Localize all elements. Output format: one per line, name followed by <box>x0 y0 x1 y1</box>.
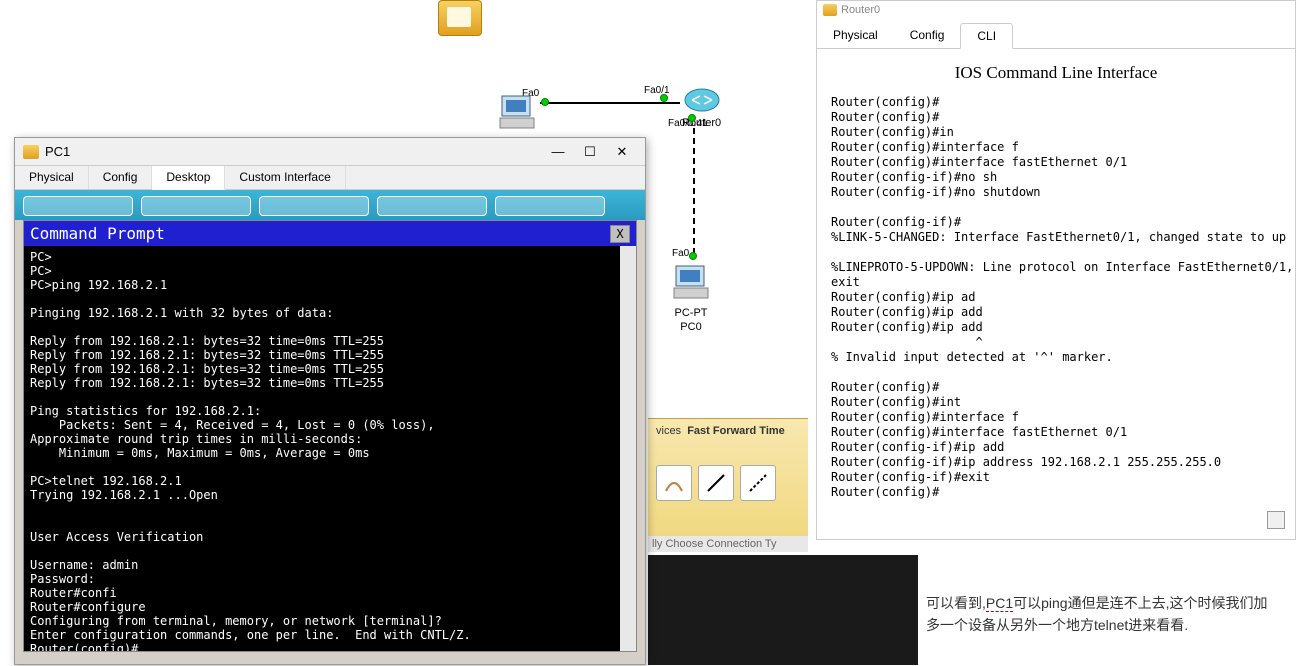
router-icon <box>684 88 720 112</box>
pc-icon <box>498 94 536 132</box>
router0-tab-row: Physical Config CLI <box>817 23 1295 49</box>
router-corner-button[interactable] <box>1267 511 1285 529</box>
app-tile[interactable] <box>495 196 605 216</box>
annotation-part: 可以ping通但是连不上去,这个时候我们加 <box>1013 595 1267 611</box>
command-prompt-title: Command Prompt <box>30 224 165 243</box>
link-router-pc0 <box>693 128 695 254</box>
command-prompt-window: Command Prompt X PC> PC> PC>ping 192.168… <box>23 220 637 652</box>
device-label: PC0 <box>672 321 710 333</box>
tab-physical[interactable]: Physical <box>15 166 89 189</box>
tab-cli[interactable]: CLI <box>960 23 1013 49</box>
device-label: PC-PT <box>672 307 710 319</box>
annotation-part: 可以看到, <box>926 595 986 611</box>
router0-title: Router0 <box>841 4 880 16</box>
tab-custom-interface[interactable]: Custom Interface <box>225 166 345 189</box>
tab-config[interactable]: Config <box>89 166 153 189</box>
pc1-titlebar[interactable]: PC1 — ☐ ✕ <box>15 138 645 166</box>
toolbar-label-fft[interactable]: Fast Forward Time <box>687 425 785 437</box>
annotation-part: 多一个设备从另外一个地方telnet进来看看. <box>926 617 1188 633</box>
pc1-window: PC1 — ☐ ✕ Physical Config Desktop Custom… <box>14 137 646 665</box>
port-label-fa0b: Fa0 <box>672 248 689 259</box>
annotation-text: 可以看到,PC1可以ping通但是连不上去,这个时候我们加 多一个设备从另外一个… <box>926 592 1286 636</box>
router-window-icon <box>823 4 837 16</box>
close-button[interactable]: ✕ <box>607 142 637 162</box>
pc-window-icon <box>23 145 39 159</box>
pc1-title: PC1 <box>45 144 543 159</box>
connection-tool-curved[interactable] <box>656 465 692 501</box>
hub-icon <box>438 0 482 36</box>
router0-titlebar: Router0 <box>817 1 1295 19</box>
terminal-output: PC> PC> PC>ping 192.168.2.1 Pinging 192.… <box>30 250 471 651</box>
app-tile[interactable] <box>23 196 133 216</box>
connection-tool-straight[interactable] <box>698 465 734 501</box>
annotation-highlight: PC1 <box>986 595 1013 612</box>
desktop-app-tiles <box>15 190 645 220</box>
pc1-tab-row: Physical Config Desktop Custom Interface <box>15 166 645 190</box>
pc0-device[interactable]: PC-PT PC0 <box>672 264 710 333</box>
tab-desktop[interactable]: Desktop <box>152 166 225 190</box>
link-pc-router <box>540 102 680 104</box>
router0-device[interactable]: Fa0/0.41 Router0 <box>682 88 721 129</box>
command-prompt-terminal[interactable]: PC> PC> PC>ping 192.168.2.1 Pinging 192.… <box>24 246 636 651</box>
port-label-fa01: Fa0/1 <box>644 85 670 96</box>
pc-icon <box>672 264 710 302</box>
router0-window: Router0 Physical Config CLI IOS Command … <box>816 0 1296 540</box>
link-status-dot <box>688 114 696 122</box>
toolbar-label-devices: vices <box>656 425 681 437</box>
connection-tool-dashed[interactable] <box>740 465 776 501</box>
maximize-button[interactable]: ☐ <box>575 142 605 162</box>
cli-terminal[interactable]: Router(config)# Router(config)# Router(c… <box>817 93 1295 502</box>
hub-device[interactable] <box>438 0 482 39</box>
status-connection-type: lly Choose Connection Ty <box>648 536 808 552</box>
app-tile[interactable] <box>259 196 369 216</box>
tab-physical[interactable]: Physical <box>817 23 894 48</box>
command-prompt-titlebar: Command Prompt X <box>24 221 636 246</box>
dark-panel <box>648 555 918 665</box>
packet-tracer-toolbar: vices Fast Forward Time <box>648 418 808 538</box>
link-status-dot <box>689 252 697 260</box>
cli-heading: IOS Command Line Interface <box>817 49 1295 93</box>
minimize-button[interactable]: — <box>543 142 573 162</box>
app-tile[interactable] <box>141 196 251 216</box>
app-tile[interactable] <box>377 196 487 216</box>
scrollbar[interactable] <box>620 246 636 651</box>
link-status-dot <box>541 98 549 106</box>
command-prompt-close-button[interactable]: X <box>610 225 630 243</box>
tab-config[interactable]: Config <box>894 23 961 48</box>
